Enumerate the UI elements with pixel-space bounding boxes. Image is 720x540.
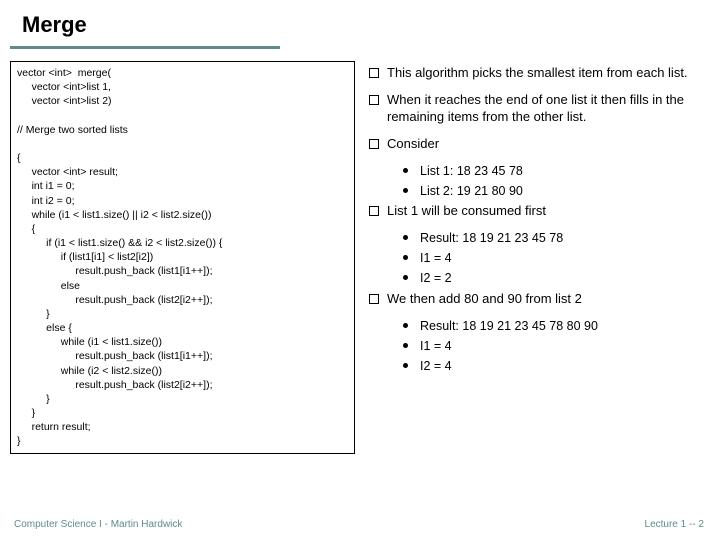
bullet-level1: This algorithm picks the smallest item f… bbox=[361, 65, 710, 82]
slide-title: Merge bbox=[0, 0, 720, 46]
bullet-level2: I2 = 2 bbox=[361, 270, 710, 286]
bullet-level2: List 2: 19 21 80 90 bbox=[361, 183, 710, 199]
footer-right: Lecture 1 -- 2 bbox=[645, 519, 704, 530]
bullet-text: We then add 80 and 90 from list 2 bbox=[387, 291, 710, 308]
dot-bullet-icon bbox=[403, 343, 408, 348]
bullet-level2: List 1: 18 23 45 78 bbox=[361, 163, 710, 179]
content-row: vector <int> merge( vector <int>list 1, … bbox=[0, 61, 720, 454]
bullet-level1: When it reaches the end of one list it t… bbox=[361, 92, 710, 126]
dot-bullet-icon bbox=[403, 275, 408, 280]
bullet-text: Consider bbox=[387, 136, 710, 153]
right-column: This algorithm picks the smallest item f… bbox=[361, 61, 710, 454]
square-bullet-icon bbox=[369, 206, 379, 216]
bullet-level2: Result: 18 19 21 23 45 78 80 90 bbox=[361, 318, 710, 334]
bullet-level2: I2 = 4 bbox=[361, 358, 710, 374]
bullet-level2: I1 = 4 bbox=[361, 338, 710, 354]
title-underline bbox=[10, 46, 280, 49]
bullet-text: Result: 18 19 21 23 45 78 bbox=[420, 230, 563, 246]
dot-bullet-icon bbox=[403, 363, 408, 368]
square-bullet-icon bbox=[369, 139, 379, 149]
dot-bullet-icon bbox=[403, 255, 408, 260]
bullet-level2: I1 = 4 bbox=[361, 250, 710, 266]
footer-left: Computer Science I - Martin Hardwick bbox=[14, 519, 182, 530]
bullet-text: I1 = 4 bbox=[420, 338, 452, 354]
bullet-text: List 1: 18 23 45 78 bbox=[420, 163, 523, 179]
bullet-text: When it reaches the end of one list it t… bbox=[387, 92, 710, 126]
bullet-level1: We then add 80 and 90 from list 2 bbox=[361, 291, 710, 308]
bullet-level2: Result: 18 19 21 23 45 78 bbox=[361, 230, 710, 246]
left-column: vector <int> merge( vector <int>list 1, … bbox=[10, 61, 355, 454]
bullet-level1: List 1 will be consumed first bbox=[361, 203, 710, 220]
bullet-text: I2 = 2 bbox=[420, 270, 452, 286]
dot-bullet-icon bbox=[403, 323, 408, 328]
square-bullet-icon bbox=[369, 95, 379, 105]
bullet-text: I1 = 4 bbox=[420, 250, 452, 266]
code-block: vector <int> merge( vector <int>list 1, … bbox=[10, 61, 355, 454]
square-bullet-icon bbox=[369, 68, 379, 78]
bullet-text: List 2: 19 21 80 90 bbox=[420, 183, 523, 199]
dot-bullet-icon bbox=[403, 188, 408, 193]
bullet-text: List 1 will be consumed first bbox=[387, 203, 710, 220]
dot-bullet-icon bbox=[403, 235, 408, 240]
bullet-text: This algorithm picks the smallest item f… bbox=[387, 65, 710, 82]
bullet-text: I2 = 4 bbox=[420, 358, 452, 374]
dot-bullet-icon bbox=[403, 168, 408, 173]
bullet-text: Result: 18 19 21 23 45 78 80 90 bbox=[420, 318, 598, 334]
bullet-level1: Consider bbox=[361, 136, 710, 153]
square-bullet-icon bbox=[369, 294, 379, 304]
